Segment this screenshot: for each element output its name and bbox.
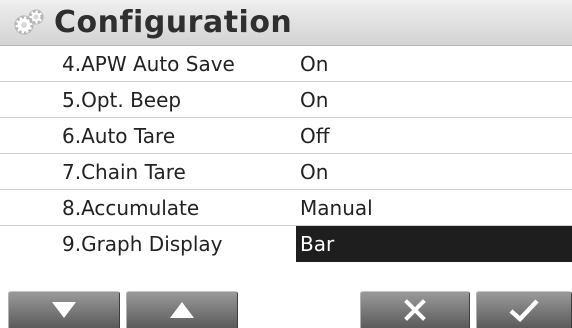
setting-label: 8.Accumulate: [62, 196, 200, 220]
setting-label: 6.Auto Tare: [62, 124, 176, 148]
settings-row-opt-beep[interactable]: 5.Opt. Beep On: [0, 82, 572, 118]
setting-value: On: [300, 52, 329, 76]
setting-value: Off: [300, 124, 330, 148]
setting-value-selected[interactable]: Bar: [296, 226, 572, 262]
cancel-button[interactable]: [360, 291, 470, 328]
x-icon: [404, 299, 426, 321]
settings-row-accumulate[interactable]: 8.Accumulate Manual: [0, 190, 572, 226]
setting-label: 4.APW Auto Save: [62, 52, 235, 76]
setting-value: On: [300, 160, 329, 184]
settings-row-auto-tare[interactable]: 6.Auto Tare Off: [0, 118, 572, 154]
setting-label: 5.Opt. Beep: [62, 88, 182, 112]
settings-list: 4.APW Auto Save On 5.Opt. Beep On 6.Auto…: [0, 46, 572, 262]
header-bar: Configuration: [0, 0, 572, 46]
setting-value: On: [300, 88, 329, 112]
settings-row-apw-auto-save[interactable]: 4.APW Auto Save On: [0, 46, 572, 82]
gear-icon: [14, 9, 44, 35]
configuration-screen: Configuration 4.APW Auto Save On 5.Opt. …: [0, 0, 572, 328]
setting-label: 7.Chain Tare: [62, 160, 186, 184]
setting-label: 9.Graph Display: [62, 232, 223, 256]
settings-row-graph-display[interactable]: 9.Graph Display Bar: [0, 226, 572, 262]
page-title: Configuration: [54, 5, 293, 40]
down-button[interactable]: [8, 291, 120, 328]
softkey-bar: [0, 289, 572, 328]
checkmark-icon: [509, 299, 539, 323]
triangle-up-icon: [170, 302, 194, 318]
settings-row-chain-tare[interactable]: 7.Chain Tare On: [0, 154, 572, 190]
accept-button[interactable]: [476, 291, 572, 328]
setting-value: Manual: [300, 196, 373, 220]
up-button[interactable]: [126, 291, 238, 328]
triangle-down-icon: [52, 302, 76, 318]
